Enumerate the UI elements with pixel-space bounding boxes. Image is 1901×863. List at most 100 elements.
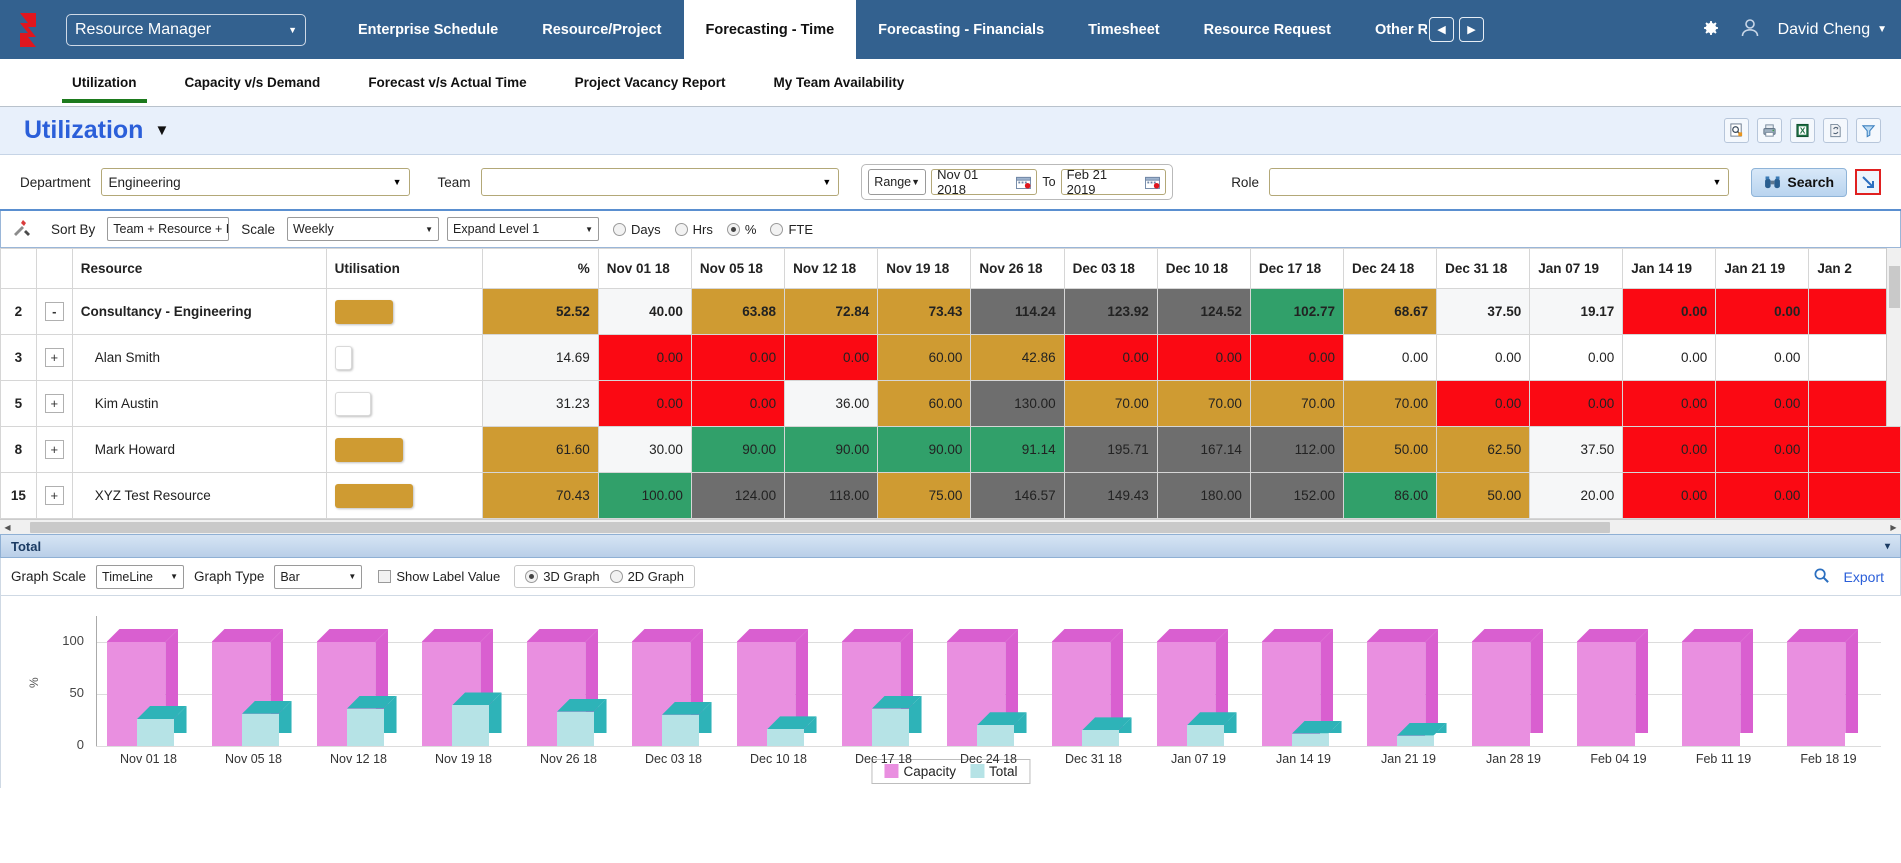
cell-week-0[interactable]: 40.00 xyxy=(597,288,692,335)
nav-item-forecasting-financials[interactable]: Forecasting - Financials xyxy=(856,0,1066,59)
chart-bar-tot[interactable] xyxy=(662,714,699,746)
cell-week-7[interactable]: 0.00 xyxy=(1249,334,1344,381)
cell-week-10[interactable]: 19.17 xyxy=(1529,288,1624,335)
cell-week-4[interactable]: 114.24 xyxy=(970,288,1065,335)
cell-week-10[interactable]: 0.00 xyxy=(1529,334,1624,381)
calendar-icon[interactable] xyxy=(1016,176,1032,189)
header-resource[interactable]: Resource xyxy=(71,248,327,289)
page-title[interactable]: Utilization ▼ xyxy=(24,116,169,145)
application-selector[interactable]: Resource Manager ▼ xyxy=(66,13,306,46)
cell-week-5[interactable]: 70.00 xyxy=(1063,380,1158,427)
expand-level-select[interactable]: Expand Level 1 ▼ xyxy=(447,217,600,241)
magnifier-icon[interactable] xyxy=(1813,567,1830,587)
cell-week-12[interactable]: 0.00 xyxy=(1715,334,1810,381)
cell-week-2[interactable]: 72.84 xyxy=(784,288,879,335)
cell-week-1[interactable]: 124.00 xyxy=(690,472,786,519)
row-resource-name[interactable]: XYZ Test Resource xyxy=(71,472,327,519)
cell-week-5[interactable]: 195.71 xyxy=(1063,426,1158,473)
scroll-thumb[interactable] xyxy=(1889,266,1900,308)
excel-export-icon[interactable]: X xyxy=(1790,118,1815,143)
cell-week-1[interactable]: 0.00 xyxy=(690,380,786,427)
cell-week-2[interactable]: 0.00 xyxy=(784,334,879,381)
sort-by-select[interactable]: Team + Resource + R ▼ xyxy=(107,217,230,241)
nav-item-resource-request[interactable]: Resource Request xyxy=(1182,0,1353,59)
header-week-7[interactable]: Dec 17 18 xyxy=(1249,248,1344,289)
expander-icon[interactable]: + xyxy=(44,394,64,413)
row-resource-name[interactable]: Consultancy - Engineering xyxy=(71,288,327,335)
settings-wrench-icon[interactable] xyxy=(11,217,33,242)
cell-week-0[interactable]: 0.00 xyxy=(597,334,692,381)
table-row[interactable]: 2- Consultancy - Engineering 52.52 40.00 63.… xyxy=(0,288,1901,335)
expander-icon[interactable]: + xyxy=(44,348,64,367)
tab-my-team-availability[interactable]: My Team Availability xyxy=(749,59,928,107)
header-week-0[interactable]: Nov 01 18 xyxy=(597,248,692,289)
filter-icon[interactable] xyxy=(1856,118,1881,143)
chart-bar-tot[interactable] xyxy=(242,713,279,746)
tab-project-vacancy-report[interactable]: Project Vacancy Report xyxy=(551,59,750,107)
nav-next-arrow-icon[interactable]: ▶ xyxy=(1458,17,1484,42)
calendar-icon[interactable] xyxy=(1145,176,1161,189)
scroll-left-arrow-icon[interactable]: ◀ xyxy=(0,520,15,535)
nav-item-forecasting-time[interactable]: Forecasting - Time xyxy=(683,0,857,59)
expander-icon[interactable]: + xyxy=(44,440,64,459)
cell-week-3[interactable]: 73.43 xyxy=(877,288,972,335)
cell-week-6[interactable]: 70.00 xyxy=(1156,380,1251,427)
row-expand-toggle[interactable]: + xyxy=(35,426,73,473)
cell-week-13[interactable] xyxy=(1808,472,1901,519)
cell-week-8[interactable]: 70.00 xyxy=(1342,380,1438,427)
scroll-thumb[interactable] xyxy=(30,521,1610,533)
unit-radio-percent[interactable]: % xyxy=(726,222,756,237)
cell-week-8[interactable]: 68.67 xyxy=(1342,288,1438,335)
cell-week-11[interactable]: 0.00 xyxy=(1622,472,1717,519)
table-row[interactable]: 5 + Kim Austin 31.23 0.00 0.00 36.00 60.00 130.0… xyxy=(0,380,1901,427)
user-avatar-icon[interactable] xyxy=(1738,16,1762,43)
cell-week-5[interactable]: 123.92 xyxy=(1063,288,1158,335)
tab-capacity-vs-demand[interactable]: Capacity v/s Demand xyxy=(161,59,345,107)
chart-bar-tot[interactable] xyxy=(767,729,804,746)
cell-week-6[interactable]: 0.00 xyxy=(1156,334,1251,381)
cell-week-5[interactable]: 0.00 xyxy=(1063,334,1158,381)
cell-week-7[interactable]: 102.77 xyxy=(1249,288,1344,335)
nav-item-resource-project[interactable]: Resource/Project xyxy=(520,0,683,59)
header-week-11[interactable]: Jan 14 19 xyxy=(1622,248,1717,289)
role-select[interactable]: ▼ xyxy=(1268,168,1730,196)
cell-week-6[interactable]: 167.14 xyxy=(1156,426,1251,473)
range-mode-select[interactable]: Range ▼ xyxy=(868,169,927,195)
nav-item-other-reports[interactable]: Other Rep xyxy=(1353,0,1427,59)
row-resource-name[interactable]: Mark Howard xyxy=(71,426,327,473)
row-expand-toggle[interactable]: + xyxy=(35,380,73,427)
expander-icon[interactable]: - xyxy=(44,302,64,321)
preview-icon[interactable] xyxy=(1724,118,1749,143)
cell-week-7[interactable]: 152.00 xyxy=(1249,472,1344,519)
expander-icon[interactable]: + xyxy=(44,486,64,505)
nav-prev-arrow-icon[interactable]: ◀ xyxy=(1428,17,1454,42)
grid-vertical-scrollbar[interactable] xyxy=(1886,248,1901,426)
chart-bar-cap[interactable] xyxy=(1576,642,1636,746)
gear-icon[interactable] xyxy=(1698,16,1722,43)
cell-week-5[interactable]: 149.43 xyxy=(1063,472,1158,519)
date-from-field[interactable]: Nov 01 2018 xyxy=(931,167,1038,197)
graph-scale-select[interactable]: TimeLine ▼ xyxy=(96,564,185,589)
cell-week-1[interactable]: 0.00 xyxy=(690,334,786,381)
cell-week-11[interactable]: 0.00 xyxy=(1622,288,1717,335)
chart-bar-tot[interactable] xyxy=(977,725,1014,746)
cell-week-11[interactable]: 0.00 xyxy=(1622,334,1717,381)
table-row[interactable]: 3 + Alan Smith 14.69 0.00 0.00 0.00 60.00 42.86 0… xyxy=(0,334,1901,381)
tab-utilization[interactable]: Utilization xyxy=(48,59,161,107)
print-icon[interactable] xyxy=(1757,118,1782,143)
user-menu[interactable]: David Cheng ▼ xyxy=(1778,21,1887,39)
chart-bar-cap[interactable] xyxy=(1681,642,1741,746)
chart-bar-tot[interactable] xyxy=(452,705,489,746)
nav-item-timesheet[interactable]: Timesheet xyxy=(1066,0,1181,59)
radio-3d-graph[interactable]: 3D Graph xyxy=(525,569,600,584)
unit-radio-hrs[interactable]: Hrs xyxy=(674,222,713,237)
cell-week-8[interactable]: 86.00 xyxy=(1342,472,1438,519)
cell-week-12[interactable]: 0.00 xyxy=(1715,426,1810,473)
cell-week-11[interactable]: 0.00 xyxy=(1622,380,1717,427)
row-expand-toggle[interactable]: - xyxy=(35,288,73,335)
chart-bar-tot[interactable] xyxy=(872,708,909,746)
cell-week-12[interactable]: 0.00 xyxy=(1715,380,1810,427)
cell-week-6[interactable]: 180.00 xyxy=(1156,472,1251,519)
header-week-10[interactable]: Jan 07 19 xyxy=(1529,248,1624,289)
search-button[interactable]: Search xyxy=(1751,167,1848,197)
